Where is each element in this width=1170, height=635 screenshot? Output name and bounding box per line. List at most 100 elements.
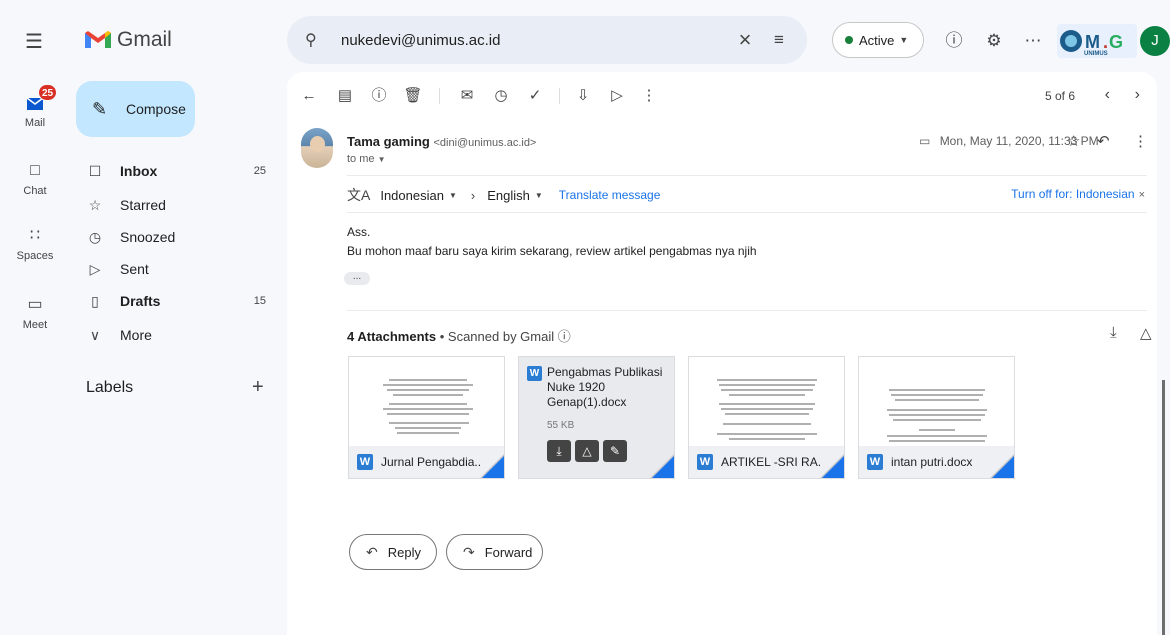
more-options-icon[interactable]: ⋮ <box>639 86 659 106</box>
gmail-logo[interactable]: Gmail <box>85 28 172 52</box>
translate-message-link[interactable]: Translate message <box>559 188 661 202</box>
attachment-card[interactable]: W intan putri.docx <box>858 356 1015 479</box>
search-bar[interactable]: ⚲ nukedevi@unimus.ac.id × ≡ <box>287 16 807 64</box>
archive-icon[interactable]: ▤ <box>335 86 355 106</box>
download-icon[interactable]: ⤓ <box>547 440 571 462</box>
rail-meet-label: Meet <box>22 319 48 331</box>
mail-unread-badge: 25 <box>38 84 58 101</box>
star-icon: ☆ <box>88 196 102 213</box>
nav-item-drafts[interactable]: ▯ Drafts 15 <box>76 286 276 316</box>
rail-spaces[interactable]: ∷ Spaces <box>0 225 70 262</box>
attachment-size: 55 KB <box>547 420 575 431</box>
close-icon[interactable]: × <box>1139 189 1145 201</box>
report-spam-icon[interactable]: ⓘ <box>369 86 389 106</box>
chevron-down-icon: ▼ <box>377 155 386 164</box>
edit-pencil-icon[interactable]: ✎ <box>603 440 627 462</box>
back-arrow-icon[interactable]: ← <box>299 86 319 106</box>
reply-button[interactable]: ↶ Reply <box>349 534 437 570</box>
older-chevron-icon[interactable]: › <box>1135 86 1140 104</box>
snooze-icon[interactable]: ◷ <box>491 86 511 106</box>
gmail-m-icon <box>85 31 111 48</box>
attachment-name: Jurnal Pengabdia... <box>381 455 481 469</box>
nav-item-label: Sent <box>120 261 149 277</box>
turn-off-translation[interactable]: Turn off for: Indonesian × <box>1011 187 1145 201</box>
nav-item-starred[interactable]: ☆ Starred <box>76 190 276 220</box>
rail-chat[interactable]: □ Chat <box>0 160 70 197</box>
page-fold-accent <box>992 456 1014 478</box>
chevron-down-icon: ▼ <box>448 190 457 200</box>
reply-icon[interactable]: ↶ <box>1097 132 1110 150</box>
sender-name[interactable]: Tama gaming <box>347 134 430 149</box>
organization-logo[interactable]: M . G UNIMUS <box>1057 24 1137 58</box>
svg-text:.: . <box>1103 32 1108 52</box>
translate-bar: 文A Indonesian ▼ › English ▼ Translate me… <box>347 185 660 205</box>
translate-from[interactable]: Indonesian <box>380 188 444 203</box>
add-to-drive-icon[interactable]: △ <box>1140 324 1152 342</box>
forward-button[interactable]: ↷ Forward <box>446 534 543 570</box>
avatar-face <box>310 136 325 152</box>
rail-meet[interactable]: ▭ Meet <box>0 294 70 331</box>
word-doc-icon: W <box>357 454 373 470</box>
chat-icon: □ <box>30 162 40 179</box>
search-icon[interactable]: ⚲ <box>305 30 327 50</box>
nav-item-snoozed[interactable]: ◷ Snoozed <box>76 222 276 252</box>
translate-to[interactable]: English <box>487 188 530 203</box>
nav-item-inbox[interactable]: ☐ Inbox 25 <box>76 156 276 186</box>
reply-icon: ↶ <box>366 543 378 560</box>
star-icon[interactable]: ☆ <box>1067 132 1080 150</box>
svg-text:G: G <box>1109 32 1123 52</box>
delete-icon[interactable]: 🗑 <box>403 86 423 106</box>
download-all-icon[interactable]: ⤓ <box>1110 324 1117 341</box>
attachments-count: 4 Attachments <box>347 329 437 344</box>
search-input[interactable]: nukedevi@unimus.ac.id <box>341 32 731 49</box>
message-panel: ← ▤ ⓘ 🗑 ✉ ◷ ✓ ⇩ ▷ ⋮ 5 of 6 ‹ › Tama gami… <box>287 72 1157 635</box>
recipients-dropdown[interactable]: to me ▼ <box>347 153 386 165</box>
show-trimmed-content-button[interactable]: ... <box>344 272 370 285</box>
account-avatar[interactable]: J <box>1140 26 1170 56</box>
attachment-card[interactable]: W ARTIKEL -SRI RA... <box>688 356 845 479</box>
main-menu-icon[interactable]: ☰ <box>22 30 46 54</box>
add-to-drive-icon[interactable]: △ <box>575 440 599 462</box>
nav-item-label: Starred <box>120 197 166 213</box>
nav-item-label: Drafts <box>120 293 161 309</box>
mark-unread-icon[interactable]: ✉ <box>457 86 477 106</box>
attachment-name: intan putri.docx <box>891 455 973 469</box>
reply-label: Reply <box>387 544 421 560</box>
attachment-card-hovered[interactable]: W Pengabmas Publikasi Nuke 1920 Genap(1)… <box>518 356 675 479</box>
nav-item-count: 25 <box>253 165 266 177</box>
attachment-card[interactable]: W Jurnal Pengabdia... <box>348 356 505 479</box>
chevron-right-icon: › <box>470 187 476 203</box>
settings-gear-icon[interactable]: ⚙ <box>983 30 1005 52</box>
translate-icon: 文A <box>347 187 371 203</box>
label-icon[interactable]: ▷ <box>607 86 627 106</box>
clear-search-icon[interactable]: × <box>731 27 759 53</box>
compose-button[interactable]: ✎ Compose <box>76 81 195 137</box>
rail-spaces-label: Spaces <box>16 250 54 262</box>
mail-icon: 25 <box>19 84 58 114</box>
toolbar-divider <box>559 88 560 104</box>
add-label-icon[interactable]: + <box>252 376 264 399</box>
pencil-icon: ✎ <box>92 98 108 119</box>
scrollbar[interactable] <box>1162 380 1165 635</box>
newer-chevron-icon[interactable]: ‹ <box>1105 86 1110 104</box>
help-icon[interactable]: ⓘ <box>943 30 965 52</box>
move-to-icon[interactable]: ⇩ <box>573 86 593 106</box>
status-dropdown[interactable]: Active ▼ <box>832 22 924 58</box>
more-vert-icon[interactable]: ⋮ <box>1133 132 1148 150</box>
message-body-line: Ass. <box>347 225 371 239</box>
message-body-line: Bu mohon maaf baru saya kirim sekarang, … <box>347 244 757 258</box>
apps-grid-icon[interactable]: ⋯ <box>1022 30 1044 52</box>
left-rail: ☰ 25 Mail □ Chat ∷ Spaces ▭ Meet <box>0 0 70 635</box>
add-to-tasks-icon[interactable]: ✓ <box>525 86 545 106</box>
nav-item-more[interactable]: ∨ More <box>76 320 276 350</box>
sender-avatar[interactable] <box>301 128 333 168</box>
labels-heading: Labels <box>86 379 134 396</box>
chevron-down-icon: ▼ <box>534 190 543 200</box>
nav-item-sent[interactable]: ▷ Sent <box>76 254 276 284</box>
rail-mail[interactable]: 25 Mail <box>0 84 70 129</box>
search-options-icon[interactable]: ≡ <box>759 30 799 50</box>
page-fold-accent <box>822 456 844 478</box>
info-icon[interactable]: ⓘ <box>558 329 571 344</box>
forward-label: Forward <box>484 544 533 560</box>
nav-item-label: Snoozed <box>120 229 176 245</box>
